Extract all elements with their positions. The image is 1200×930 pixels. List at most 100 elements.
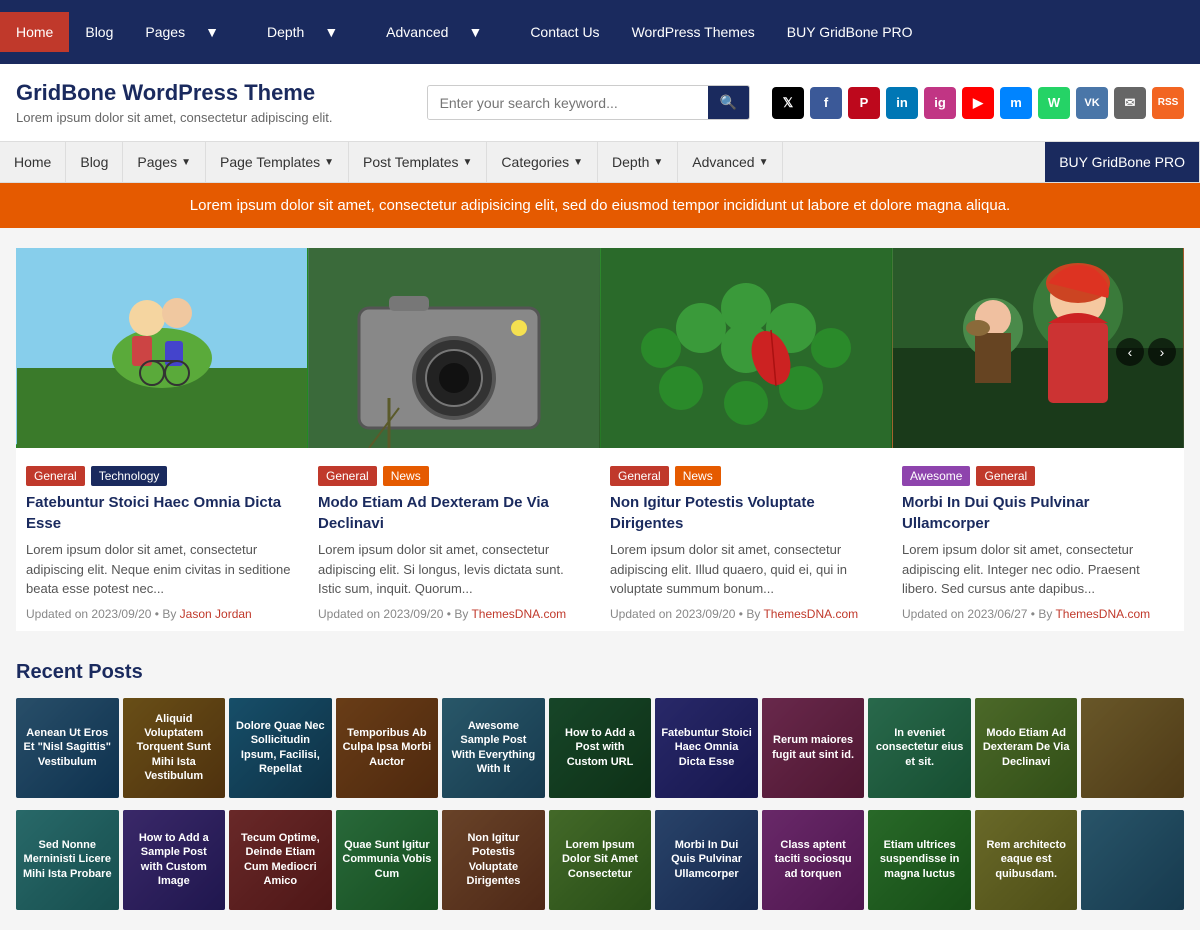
- recent-card-13-title: How to Add a Sample Post with Custom Ima…: [123, 810, 226, 910]
- top-nav-advanced[interactable]: Advanced ▼: [370, 0, 514, 64]
- featured-card-2-meta: Updated on 2023/09/20 • By ThemesDNA.com: [318, 607, 590, 621]
- recent-card-16[interactable]: Non Igitur Potestis Voluptate Dirigentes: [442, 810, 545, 910]
- featured-posts-grid: General Technology Fatebuntur Stoici Hae…: [16, 248, 1184, 631]
- snav-categories[interactable]: Categories ▼: [487, 142, 598, 182]
- snav-page-templates[interactable]: Page Templates ▼: [206, 142, 349, 182]
- featured-card-2-title: Modo Etiam Ad Dexteram De Via Declinavi: [318, 492, 590, 534]
- featured-card-4-excerpt: Lorem ipsum dolor sit amet, consectetur …: [902, 540, 1174, 599]
- recent-card-9-title: In eveniet consectetur eius et sit.: [868, 698, 971, 798]
- snav-pages[interactable]: Pages ▼: [123, 142, 206, 182]
- recent-card-3[interactable]: Dolore Quae Nec Sollicitudin Ipsum, Faci…: [229, 698, 332, 798]
- facebook-icon[interactable]: f: [810, 87, 842, 119]
- featured-card-1-author[interactable]: Jason Jordan: [180, 607, 252, 621]
- snav-home[interactable]: Home: [0, 142, 66, 182]
- recent-card-15[interactable]: Quae Sunt Igitur Communia Vobis Cum: [336, 810, 439, 910]
- recent-card-13[interactable]: How to Add a Sample Post with Custom Ima…: [123, 810, 226, 910]
- recent-card-1[interactable]: Aenean Ut Eros Et "Nisl Sagittis" Vestib…: [16, 698, 119, 798]
- snav-blog[interactable]: Blog: [66, 142, 123, 182]
- featured-card-3-title: Non Igitur Potestis Voluptate Dirigentes: [610, 492, 882, 534]
- rss-icon[interactable]: RSS: [1152, 87, 1184, 119]
- featured-card-2: General News Modo Etiam Ad Dexteram De V…: [308, 248, 600, 631]
- snav-advanced[interactable]: Advanced ▼: [678, 142, 783, 182]
- linkedin-icon[interactable]: in: [886, 87, 918, 119]
- snav-buy[interactable]: BUY GridBone PRO: [1045, 142, 1200, 182]
- recent-card-18[interactable]: Morbi In Dui Quis Pulvinar Ullamcorper: [655, 810, 758, 910]
- featured-card-1-meta: Updated on 2023/09/20 • By Jason Jordan: [26, 607, 298, 621]
- recent-card-5[interactable]: Awesome Sample Post With Everything With…: [442, 698, 545, 798]
- carousel-prev[interactable]: ‹: [1116, 338, 1144, 366]
- recent-card-14[interactable]: Tecum Optime, Deinde Etiam Cum Mediocri …: [229, 810, 332, 910]
- whatsapp-icon[interactable]: W: [1038, 87, 1070, 119]
- recent-card-7[interactable]: Fatebuntur Stoici Haec Omnia Dicta Esse: [655, 698, 758, 798]
- social-icons-group: 𝕏 f P in ig ▶ m W VK ✉ RSS: [772, 87, 1184, 119]
- email-icon[interactable]: ✉: [1114, 87, 1146, 119]
- instagram-icon[interactable]: ig: [924, 87, 956, 119]
- recent-card-2[interactable]: Aliquid Voluptatem Torquent Sunt Mihi Is…: [123, 698, 226, 798]
- featured-card-3: General News Non Igitur Potestis Volupta…: [600, 248, 892, 631]
- featured-card-3-meta: Updated on 2023/09/20 • By ThemesDNA.com: [610, 607, 882, 621]
- search-button[interactable]: 🔍: [708, 86, 749, 119]
- recent-card-8[interactable]: Rerum maiores fugit aut sint id.: [762, 698, 865, 798]
- tag-news-3[interactable]: News: [675, 466, 721, 486]
- featured-card-1: General Technology Fatebuntur Stoici Hae…: [16, 248, 308, 631]
- tag-general-2[interactable]: General: [318, 466, 377, 486]
- featured-card-4-author[interactable]: ThemesDNA.com: [1055, 607, 1150, 621]
- top-nav-buy[interactable]: BUY GridBone PRO: [771, 12, 929, 52]
- tag-technology-1[interactable]: Technology: [91, 466, 168, 486]
- recent-card-6-title: How to Add a Post with Custom URL: [549, 698, 652, 798]
- vk-icon[interactable]: VK: [1076, 87, 1108, 119]
- recent-card-17[interactable]: Lorem Ipsum Dolor Sit Amet Consectetur: [549, 810, 652, 910]
- pinterest-icon[interactable]: P: [848, 87, 880, 119]
- recent-card-21[interactable]: Rem architecto eaque est quibusdam.: [975, 810, 1078, 910]
- search-input[interactable]: [428, 87, 708, 119]
- banner-text: Lorem ipsum dolor sit amet, consectetur …: [190, 197, 1010, 214]
- featured-card-2-image: [308, 248, 600, 448]
- recent-card-9[interactable]: In eveniet consectetur eius et sit.: [868, 698, 971, 798]
- recent-card-17-title: Lorem Ipsum Dolor Sit Amet Consectetur: [549, 810, 652, 910]
- site-header: GridBone WordPress Theme Lorem ipsum dol…: [0, 64, 1200, 142]
- recent-card-8-title: Rerum maiores fugit aut sint id.: [762, 698, 865, 798]
- featured-card-1-excerpt: Lorem ipsum dolor sit amet, consectetur …: [26, 540, 298, 599]
- tag-awesome-4[interactable]: Awesome: [902, 466, 970, 486]
- top-nav-contact[interactable]: Contact Us: [514, 12, 615, 52]
- recent-card-4[interactable]: Temporibus Ab Culpa Ipsa Morbi Auctor: [336, 698, 439, 798]
- recent-posts-row-1: Aenean Ut Eros Et "Nisl Sagittis" Vestib…: [16, 698, 1184, 798]
- top-nav-blog[interactable]: Blog: [69, 12, 129, 52]
- top-navigation: Home Blog Pages ▼ Depth ▼ Advanced ▼ Con…: [0, 0, 1200, 64]
- recent-card-6[interactable]: How to Add a Post with Custom URL: [549, 698, 652, 798]
- carousel-next[interactable]: ›: [1148, 338, 1176, 366]
- recent-card-18-title: Morbi In Dui Quis Pulvinar Ullamcorper: [655, 810, 758, 910]
- top-nav-depth[interactable]: Depth ▼: [251, 0, 370, 64]
- featured-card-3-author[interactable]: ThemesDNA.com: [763, 607, 858, 621]
- tag-general-3[interactable]: General: [610, 466, 669, 486]
- tag-news-2[interactable]: News: [383, 466, 429, 486]
- tag-general-4[interactable]: General: [976, 466, 1035, 486]
- messenger-icon[interactable]: m: [1000, 87, 1032, 119]
- featured-card-4-meta: Updated on 2023/06/27 • By ThemesDNA.com: [902, 607, 1174, 621]
- top-nav-pages[interactable]: Pages ▼: [129, 0, 251, 64]
- recent-card-12[interactable]: Sed Nonne Merninisti Licere Mihi Ista Pr…: [16, 810, 119, 910]
- recent-card-3-title: Dolore Quae Nec Sollicitudin Ipsum, Faci…: [229, 698, 332, 798]
- recent-card-11[interactable]: [1081, 698, 1184, 798]
- recent-card-20-title: Etiam ultrices suspendisse in magna luct…: [868, 810, 971, 910]
- promo-banner: Lorem ipsum dolor sit amet, consectetur …: [0, 183, 1200, 228]
- recent-card-19[interactable]: Class aptent taciti sociosqu ad torquen: [762, 810, 865, 910]
- recent-card-15-title: Quae Sunt Igitur Communia Vobis Cum: [336, 810, 439, 910]
- recent-card-19-title: Class aptent taciti sociosqu ad torquen: [762, 810, 865, 910]
- snav-depth[interactable]: Depth ▼: [598, 142, 678, 182]
- twitter-icon[interactable]: 𝕏: [772, 87, 804, 119]
- recent-card-14-title: Tecum Optime, Deinde Etiam Cum Mediocri …: [229, 810, 332, 910]
- recent-card-10[interactable]: Modo Etiam Ad Dexteram De Via Declinavi: [975, 698, 1078, 798]
- tag-general-1[interactable]: General: [26, 466, 85, 486]
- snav-post-templates[interactable]: Post Templates ▼: [349, 142, 487, 182]
- recent-card-20[interactable]: Etiam ultrices suspendisse in magna luct…: [868, 810, 971, 910]
- youtube-icon[interactable]: ▶: [962, 87, 994, 119]
- featured-card-2-author[interactable]: ThemesDNA.com: [471, 607, 566, 621]
- featured-card-3-excerpt: Lorem ipsum dolor sit amet, consectetur …: [610, 540, 882, 599]
- site-title: GridBone WordPress Theme: [16, 80, 332, 106]
- recent-card-22[interactable]: [1081, 810, 1184, 910]
- top-nav-wp-themes[interactable]: WordPress Themes: [616, 12, 771, 52]
- featured-card-1-image: [16, 248, 308, 448]
- recent-posts-section: Recent Posts Aenean Ut Eros Et "Nisl Sag…: [16, 661, 1184, 910]
- top-nav-home[interactable]: Home: [0, 12, 69, 52]
